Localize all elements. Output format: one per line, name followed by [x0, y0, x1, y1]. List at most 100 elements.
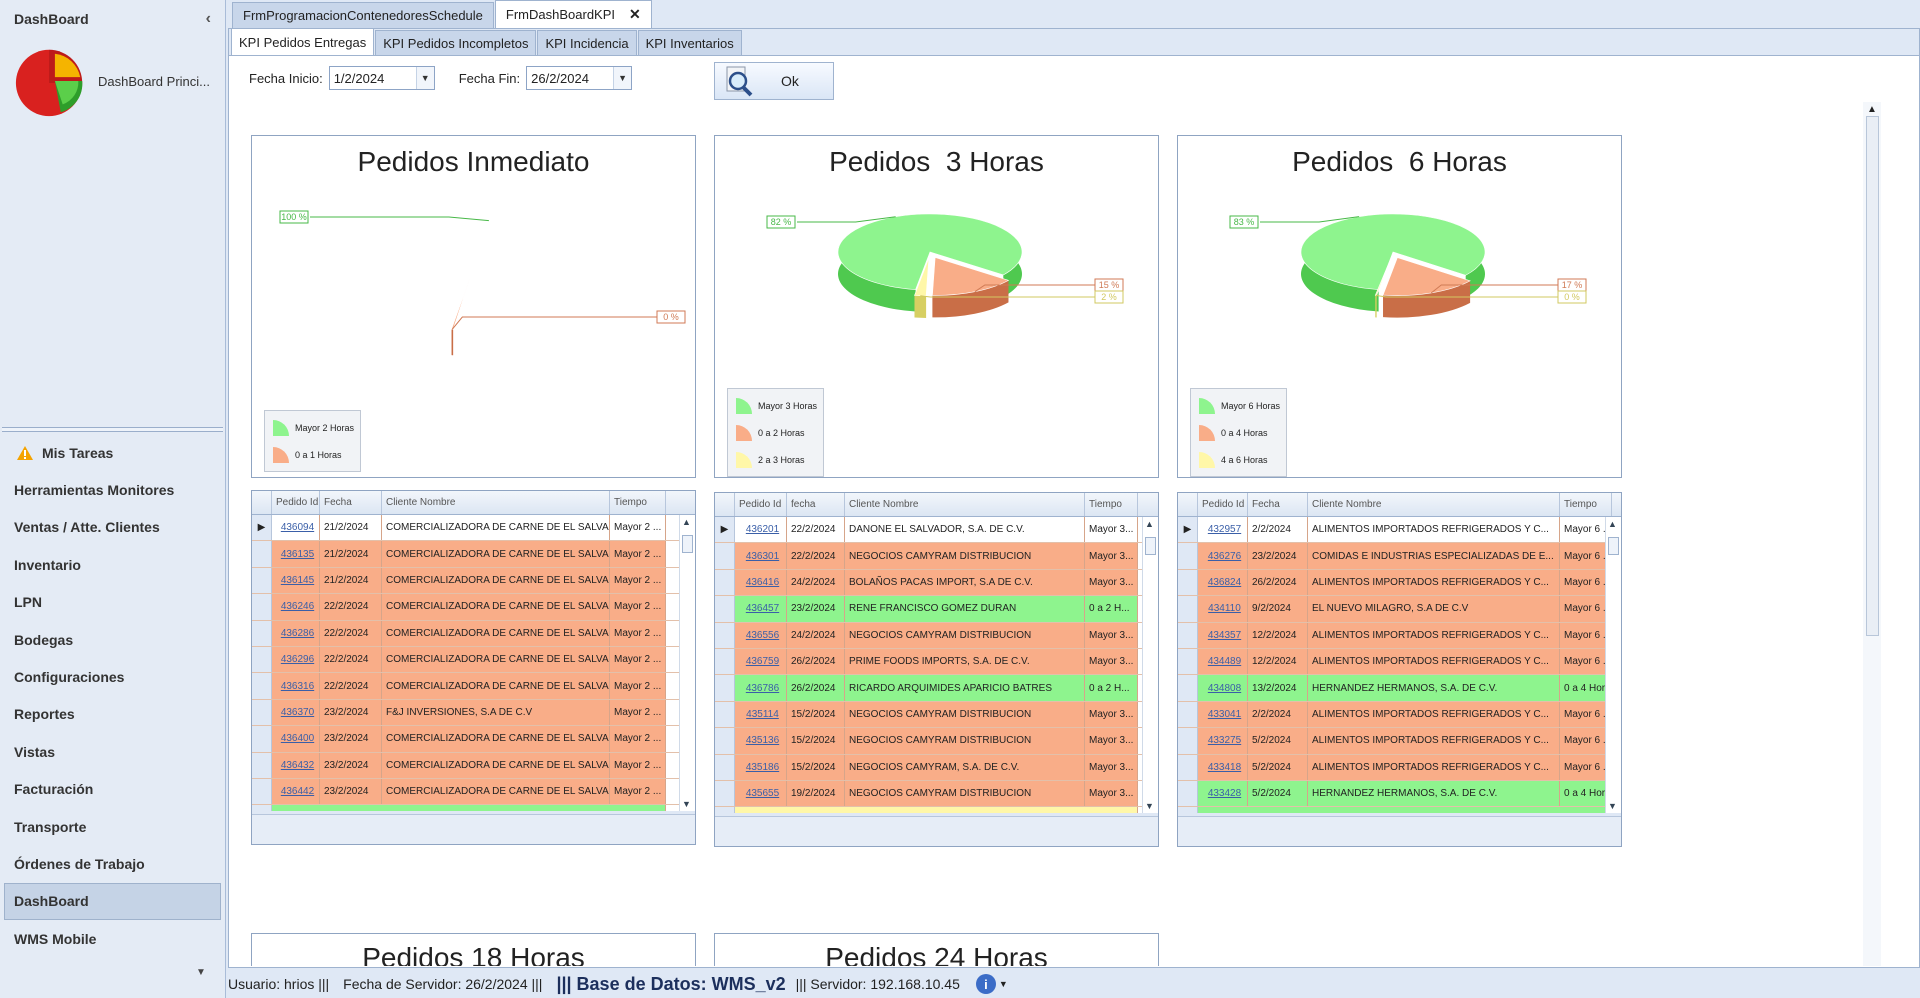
scroll-up-icon[interactable]: ▲ [1867, 104, 1877, 115]
sidebar-item-mis-tareas[interactable]: Mis Tareas [0, 434, 225, 471]
chevron-down-icon[interactable]: ▼ [999, 979, 1008, 989]
sidebar-item-bodegas[interactable]: Bodegas [0, 621, 225, 658]
table-row[interactable]: ▶ 436094 21/2/2024 COMERCIALIZADORA DE CARN… [252, 515, 695, 542]
table-row[interactable]: 433275 5/2/2024 ALIMENTOS IMPORTADOS REFRI… [1178, 728, 1621, 755]
table-row[interactable]: 436135 21/2/2024 COMERCIALIZADORA DE CARNE… [252, 541, 695, 568]
sidebar-item-ventas-atte-clientes[interactable]: Ventas / Atte. Clientes [0, 509, 225, 546]
table-row[interactable]: 435186 15/2/2024 NEGOCIOS CAMYRAM, S.A. DE… [715, 754, 1158, 781]
scroll-thumb[interactable] [682, 535, 693, 553]
pedido-id-link[interactable]: 436786 [735, 675, 787, 701]
pedido-id-link[interactable]: 432957 [1198, 517, 1248, 543]
pedido-id-link[interactable]: 435136 [735, 728, 787, 754]
table-row[interactable]: 436759 26/2/2024 PRIME FOODS IMPORTS, S.A.… [715, 648, 1158, 676]
grid-column-header[interactable]: Cliente Nombre [1308, 493, 1560, 516]
grid-scrollbar[interactable]: ▲ ▼ [1142, 517, 1158, 813]
pedido-id-link[interactable]: 436759 [735, 648, 787, 675]
sidebar-splitter[interactable] [2, 427, 223, 432]
table-row[interactable]: 433428 5/2/2024 HERNANDEZ HERMANOS, S.A. D… [1178, 780, 1621, 808]
row-selector-icon[interactable]: ▶ [252, 515, 272, 541]
row-indicator[interactable] [252, 699, 272, 726]
grid-column-header[interactable]: Cliente Nombre [382, 491, 610, 514]
scroll-down-icon[interactable]: ▼ [682, 799, 691, 809]
grid-column-header[interactable]: Tiempo [1560, 493, 1612, 516]
table-row[interactable]: 436432 23/2/2024 COMERCIALIZADORA DE CARNE… [252, 752, 695, 779]
scroll-thumb[interactable] [1145, 537, 1156, 555]
scroll-up-icon[interactable]: ▲ [1145, 519, 1154, 529]
table-row[interactable]: 436286 22/2/2024 COMERCIALIZADORA DE CARNE… [252, 620, 695, 647]
table-row[interactable]: 435655 19/2/2024 NEGOCIOS CAMYRAM DISTRIBU… [715, 780, 1158, 808]
pedido-id-link[interactable]: 436201 [735, 517, 787, 543]
grid-column-header[interactable]: Pedido Id [735, 493, 787, 516]
tab-kpi-3[interactable]: KPI Inventarios [637, 30, 742, 55]
tab-kpi-2[interactable]: KPI Incidencia [537, 30, 637, 55]
row-selector-icon[interactable]: ▶ [715, 517, 735, 543]
dropdown-arrow-icon[interactable]: ▼ [415, 67, 434, 89]
ok-button[interactable]: Ok [714, 62, 834, 100]
pedido-id-link[interactable]: 436301 [735, 543, 787, 569]
table-row[interactable]: 434357 12/2/2024 ALIMENTOS IMPORTADOS REFR… [1178, 622, 1621, 649]
row-indicator[interactable] [715, 728, 735, 754]
tab-frm-programacion[interactable]: FrmProgramacionContenedoresSchedule [232, 2, 494, 28]
grid-column-header[interactable]: Fecha [320, 491, 382, 514]
row-indicator[interactable] [715, 675, 735, 701]
row-indicator[interactable] [252, 594, 272, 620]
sidebar-item-ordenes-de-trabajo[interactable]: Órdenes de Trabajo [0, 845, 225, 882]
row-indicator[interactable] [1178, 728, 1198, 754]
pedido-id-link[interactable]: 433428 [1198, 780, 1248, 807]
scroll-up-icon[interactable]: ▲ [1608, 519, 1617, 529]
close-icon[interactable]: ✕ [629, 6, 641, 23]
table-row[interactable]: 436296 22/2/2024 COMERCIALIZADORA DE CARNE… [252, 646, 695, 674]
collapse-icon[interactable]: ‹ [206, 10, 211, 28]
table-row[interactable]: 436301 22/2/2024 NEGOCIOS CAMYRAM DISTRIBU… [715, 543, 1158, 570]
sidebar-item-facturacion[interactable]: Facturación [0, 771, 225, 808]
row-indicator[interactable] [252, 778, 272, 805]
scroll-down-icon[interactable]: ▼ [1145, 801, 1154, 811]
table-row[interactable]: 436145 21/2/2024 COMERCIALIZADORA DE CARNE… [252, 567, 695, 595]
grid-column-header[interactable]: Fecha [1248, 493, 1308, 516]
grid-column-header[interactable]: fecha [787, 493, 845, 516]
row-indicator[interactable] [715, 701, 735, 728]
grid-column-header[interactable]: Tiempo [610, 491, 666, 514]
table-row[interactable]: 436370 23/2/2024 F&J INVERSIONES, S.A DE C… [252, 699, 695, 727]
grid-column-header[interactable]: Tiempo [1085, 493, 1138, 516]
scroll-down-icon[interactable]: ▼ [1608, 801, 1617, 811]
grid-scrollbar[interactable]: ▲ ▼ [1605, 517, 1621, 813]
table-row[interactable]: 436276 23/2/2024 COMIDAS E INDUSTRIAS ESPE… [1178, 543, 1621, 570]
row-indicator[interactable] [1178, 622, 1198, 648]
table-row-partial[interactable] [252, 805, 695, 811]
row-indicator[interactable] [252, 620, 272, 646]
table-row[interactable]: 434808 13/2/2024 HERNANDEZ HERMANOS, S.A. … [1178, 675, 1621, 702]
table-row[interactable]: 436316 22/2/2024 COMERCIALIZADORA DE CARNE… [252, 673, 695, 700]
table-row[interactable]: 436246 22/2/2024 COMERCIALIZADORA DE CARNE… [252, 594, 695, 621]
pedido-id-link[interactable]: 436316 [272, 673, 320, 699]
row-indicator[interactable] [715, 543, 735, 569]
table-row-partial[interactable] [715, 807, 1158, 813]
grid-column-header[interactable]: Cliente Nombre [845, 493, 1085, 516]
row-indicator[interactable] [1178, 675, 1198, 701]
pedido-id-link[interactable]: 434357 [1198, 622, 1248, 648]
fecha-inicio-input[interactable]: 1/2/2024 ▼ [328, 66, 435, 90]
table-row[interactable]: 433418 5/2/2024 ALIMENTOS IMPORTADOS REFRI… [1178, 754, 1621, 781]
pedido-id-link[interactable]: 436370 [272, 699, 320, 726]
info-icon[interactable]: i [975, 974, 996, 994]
table-row[interactable]: 436824 26/2/2024 ALIMENTOS IMPORTADOS REFR… [1178, 569, 1621, 597]
table-row[interactable]: 433041 2/2/2024 ALIMENTOS IMPORTADOS REFRI… [1178, 701, 1621, 729]
row-indicator[interactable] [715, 569, 735, 596]
pedido-id-link[interactable]: 436432 [272, 752, 320, 778]
row-indicator[interactable] [252, 805, 272, 811]
sidebar-item-lpn[interactable]: LPN [0, 584, 225, 621]
table-row[interactable]: 436786 26/2/2024 RICARDO ARQUIMIDES APARIC… [715, 675, 1158, 702]
chevron-down-icon[interactable]: ▼ [196, 967, 206, 978]
row-indicator[interactable] [252, 752, 272, 778]
main-scrollbar[interactable]: ▲ ▼ [1863, 102, 1881, 966]
grid-column-header[interactable]: Pedido Id [1198, 493, 1248, 516]
table-row[interactable]: 434489 12/2/2024 ALIMENTOS IMPORTADOS REFR… [1178, 648, 1621, 676]
pedido-id-link[interactable]: 436094 [272, 515, 320, 541]
row-indicator[interactable] [715, 754, 735, 780]
fecha-fin-input[interactable]: 26/2/2024 ▼ [526, 66, 633, 90]
row-indicator[interactable] [715, 648, 735, 675]
pedido-id-link[interactable]: 436286 [272, 620, 320, 646]
pedido-id-link[interactable]: 436296 [272, 646, 320, 673]
pedido-id-link[interactable]: 435114 [735, 701, 787, 728]
scroll-thumb[interactable] [1866, 116, 1879, 636]
